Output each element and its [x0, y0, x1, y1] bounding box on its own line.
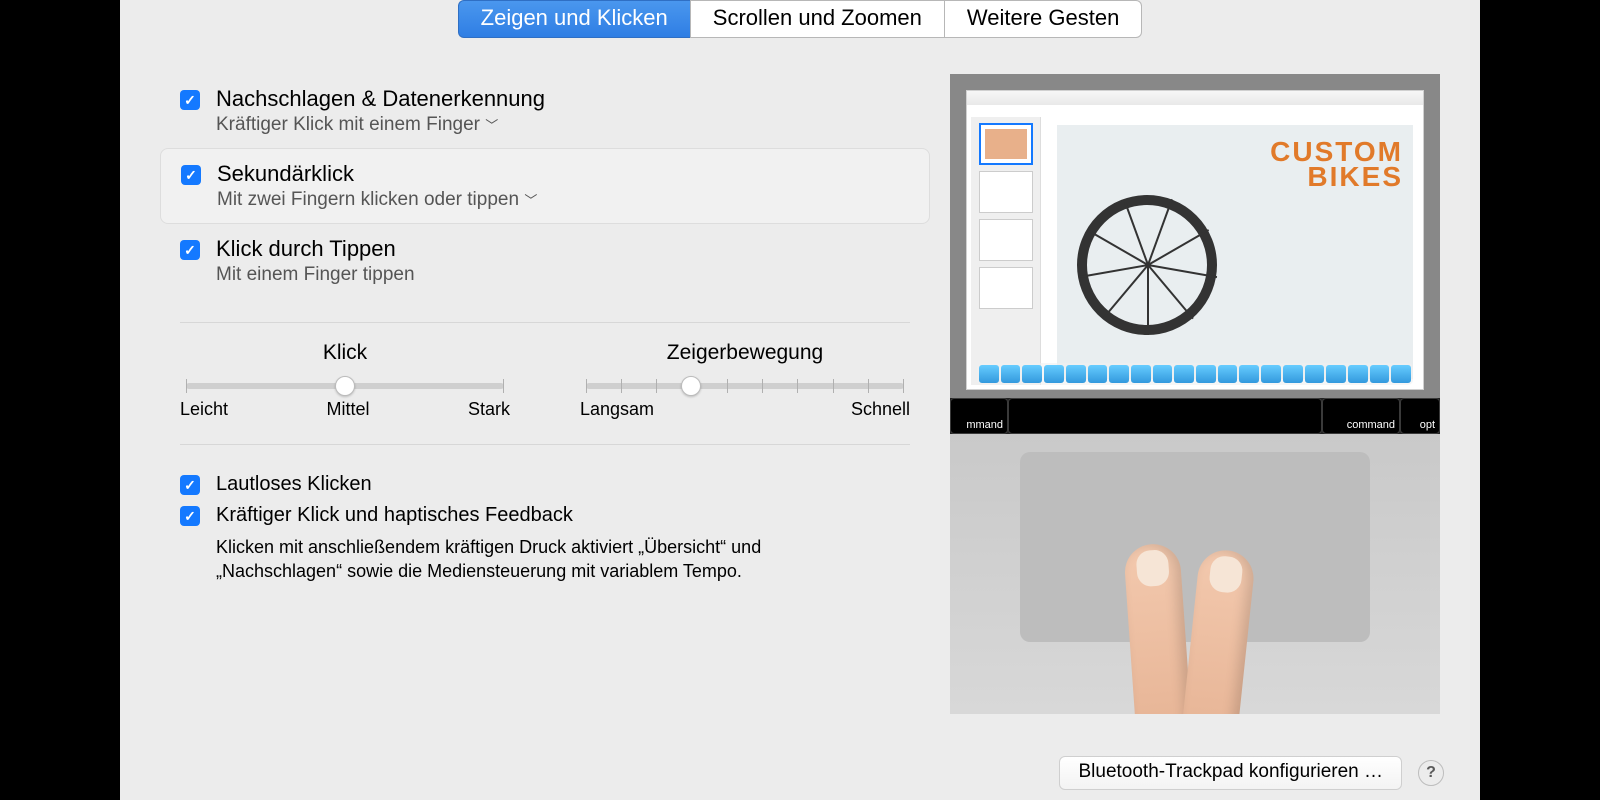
- checkbox-lookup[interactable]: ✓: [180, 90, 200, 110]
- slider-click: Klick Leicht Mittel Stark: [180, 341, 510, 420]
- slider-pointer-knob[interactable]: [681, 376, 701, 396]
- slider-click-knob[interactable]: [335, 376, 355, 396]
- checkbox-tap[interactable]: ✓: [180, 240, 200, 260]
- slider-pointer: Zeigerbewegung Langsam Schnell: [580, 341, 910, 420]
- option-lookup-sub[interactable]: Kräftiger Klick mit einem Finger ﹀: [216, 114, 545, 136]
- preview-screen: CUSTOMBIKES: [966, 90, 1424, 390]
- option-tap-to-click[interactable]: ✓ Klick durch Tippen Mit einem Finger ti…: [160, 224, 930, 298]
- option-silent-click[interactable]: ✓ Lautloses Klicken: [180, 473, 910, 496]
- option-force-desc: Klicken mit anschließendem kräftigen Dru…: [216, 535, 876, 584]
- slider-click-track[interactable]: [186, 383, 504, 389]
- checkbox-force[interactable]: ✓: [180, 506, 200, 526]
- chevron-down-icon: ﹀: [485, 118, 498, 133]
- chevron-down-icon: ﹀: [524, 193, 537, 208]
- slider-pointer-track[interactable]: [586, 383, 904, 389]
- tab-point-click[interactable]: Zeigen und Klicken: [458, 0, 690, 38]
- option-secondary-click[interactable]: ✓ Sekundärklick Mit zwei Fingern klicken…: [160, 148, 930, 224]
- tab-more-gestures[interactable]: Weitere Gesten: [945, 0, 1142, 38]
- option-secondary-sub[interactable]: Mit zwei Fingern klicken oder tippen ﹀: [217, 189, 537, 211]
- option-tap-sub: Mit einem Finger tippen: [216, 264, 415, 286]
- checkbox-silent[interactable]: ✓: [180, 475, 200, 495]
- gesture-preview: CUSTOMBIKES: [950, 74, 1440, 714]
- slider-pointer-max: Schnell: [851, 399, 910, 420]
- option-force-label: Kräftiger Klick und haptisches Feedback: [216, 504, 573, 527]
- extras: ✓ Lautloses Klicken ✓ Kräftiger Klick un…: [160, 463, 930, 584]
- option-force-click[interactable]: ✓ Kräftiger Klick und haptisches Feedbac…: [180, 504, 910, 527]
- configure-bluetooth-button[interactable]: Bluetooth-Trackpad konfigurieren …: [1059, 756, 1402, 790]
- option-lookup[interactable]: ✓ Nachschlagen & Datenerkennung Kräftige…: [160, 74, 930, 148]
- checkbox-secondary[interactable]: ✓: [181, 165, 201, 185]
- tabs: Zeigen und Klicken Scrollen und Zoomen W…: [120, 0, 1480, 38]
- tab-scroll-zoom[interactable]: Scrollen und Zoomen: [690, 0, 945, 38]
- divider: [180, 322, 910, 323]
- divider: [180, 444, 910, 445]
- sliders: Klick Leicht Mittel Stark Zeigerbeweg: [160, 341, 930, 420]
- help-button[interactable]: ?: [1418, 760, 1444, 786]
- slider-pointer-title: Zeigerbewegung: [580, 341, 910, 365]
- slider-click-mid: Mittel: [327, 399, 370, 420]
- option-tap-title: Klick durch Tippen: [216, 236, 415, 262]
- option-secondary-title: Sekundärklick: [217, 161, 537, 187]
- slider-click-title: Klick: [180, 341, 510, 365]
- slider-click-max: Stark: [468, 399, 510, 420]
- option-silent-label: Lautloses Klicken: [216, 473, 372, 496]
- slider-pointer-min: Langsam: [580, 399, 654, 420]
- option-lookup-title: Nachschlagen & Datenerkennung: [216, 86, 545, 112]
- trackpad-prefs-window: Zeigen und Klicken Scrollen und Zoomen W…: [120, 0, 1480, 800]
- slider-click-min: Leicht: [180, 399, 228, 420]
- options-column: ✓ Nachschlagen & Datenerkennung Kräftige…: [160, 74, 930, 714]
